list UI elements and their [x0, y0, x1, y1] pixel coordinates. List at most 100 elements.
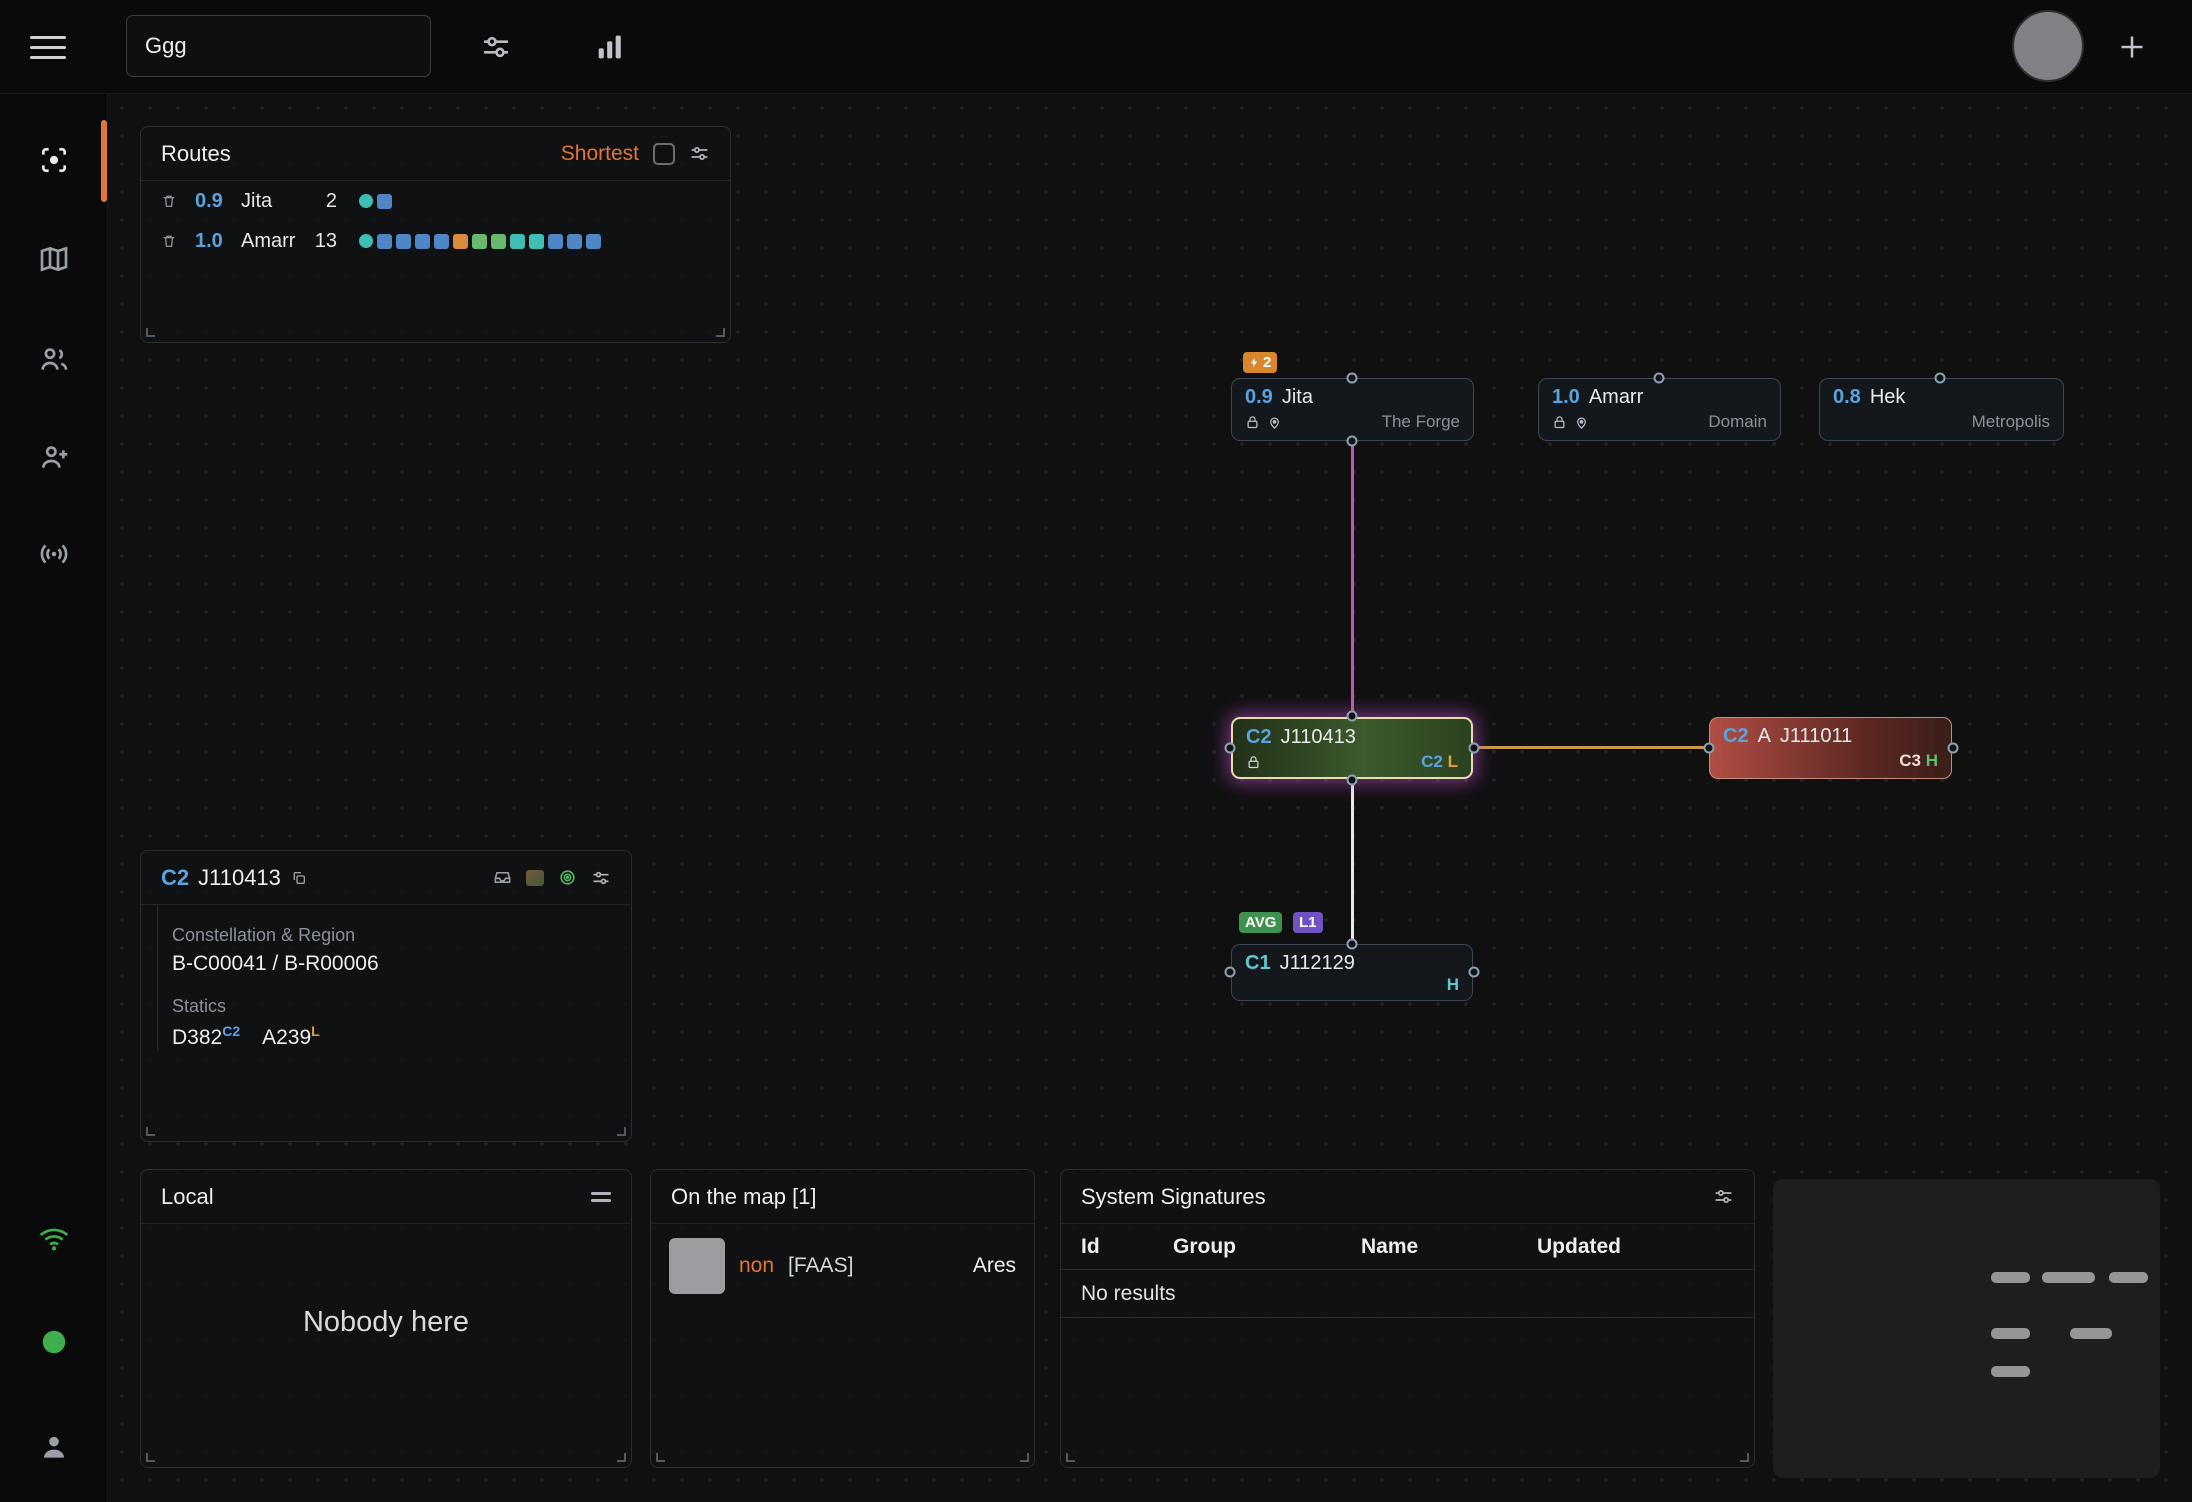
resize-handle[interactable] — [716, 328, 725, 337]
system-name: J110413 — [1281, 726, 1356, 749]
wh-class: C2 — [1246, 726, 1272, 749]
copy-icon[interactable] — [291, 870, 307, 886]
destination-name: Amarr — [241, 230, 301, 253]
skeleton-bar — [2109, 1272, 2148, 1283]
wh-tag: A — [1758, 725, 1771, 748]
route-mode-checkbox[interactable] — [653, 143, 675, 165]
destination-name: Jita — [241, 190, 301, 213]
panel-title: Local — [161, 1184, 214, 1210]
sliders-icon[interactable] — [689, 143, 710, 164]
security-status: 1.0 — [195, 230, 241, 253]
map-node-jita[interactable]: 0.9 Jita The Forge — [1231, 378, 1474, 441]
pilot-row[interactable]: non [FAAS] Ares — [651, 1224, 1034, 1308]
node-handle[interactable] — [1347, 939, 1358, 950]
people-icon[interactable] — [36, 341, 72, 377]
system-info-panel: C2 J110413 Constellation & Region B-C000… — [140, 850, 632, 1142]
node-handle[interactable] — [1704, 743, 1715, 754]
resize-handle[interactable] — [1740, 1453, 1749, 1462]
menu-icon[interactable] — [30, 36, 66, 60]
tray-icon[interactable] — [493, 868, 512, 887]
resize-handle[interactable] — [146, 328, 155, 337]
focus-icon[interactable] — [36, 142, 72, 178]
signatures-column-headers: Id Group Name Updated — [1061, 1224, 1754, 1270]
sliders-icon[interactable] — [1713, 1186, 1734, 1207]
sliders-icon[interactable] — [591, 868, 611, 888]
node-handle[interactable] — [1347, 373, 1358, 384]
route-mode-label[interactable]: Shortest — [561, 142, 639, 166]
trash-icon[interactable] — [161, 193, 195, 209]
static-info: C2 L — [1421, 752, 1458, 772]
filter-icon[interactable] — [476, 27, 516, 67]
route-row[interactable]: 0.9 Jita 2 — [141, 181, 730, 221]
resize-handle[interactable] — [617, 1453, 626, 1462]
stats-icon[interactable] — [590, 27, 630, 67]
person-add-icon[interactable] — [36, 439, 72, 475]
node-handle[interactable] — [1225, 967, 1236, 978]
node-handle[interactable] — [1948, 743, 1959, 754]
jump-count: 2 — [301, 190, 341, 213]
person-icon[interactable] — [36, 1429, 72, 1465]
connection-jita-j110413[interactable] — [1351, 441, 1354, 717]
map-pin-icon — [1267, 415, 1282, 430]
avatar[interactable] — [2012, 10, 2084, 82]
system-name: J112129 — [1280, 952, 1355, 975]
route-row[interactable]: 1.0 Amarr 13 — [141, 221, 730, 261]
system-info-header[interactable]: C2 J110413 — [141, 851, 631, 905]
map-node-amarr[interactable]: 1.0 Amarr Domain — [1538, 378, 1781, 441]
system-image-icon[interactable] — [526, 870, 544, 886]
resize-handle[interactable] — [146, 1127, 155, 1136]
resize-handle[interactable] — [656, 1453, 665, 1462]
region-name: Domain — [1708, 412, 1767, 432]
map-node-hek[interactable]: 0.8 Hek Metropolis — [1819, 378, 2064, 441]
node-handle[interactable] — [1654, 373, 1665, 384]
routes-panel: Routes Shortest 0.9 Jita 2 1.0 Amarr 13 — [140, 126, 731, 343]
skeleton-bar — [1991, 1272, 2030, 1283]
l1-badge: L1 — [1293, 912, 1323, 933]
column-header-updated[interactable]: Updated — [1537, 1235, 1754, 1259]
ship-name: Ares — [973, 1254, 1016, 1278]
node-handle[interactable] — [1347, 711, 1358, 722]
lock-icon — [1552, 415, 1567, 430]
resize-handle[interactable] — [617, 1127, 626, 1136]
add-icon[interactable] — [2112, 27, 2152, 67]
region-name: The Forge — [1382, 412, 1460, 432]
resize-handle[interactable] — [1066, 1453, 1075, 1462]
security-status: 0.8 — [1833, 386, 1861, 409]
signatures-header[interactable]: System Signatures — [1061, 1170, 1754, 1224]
skeleton-bar — [1991, 1328, 2030, 1339]
corp-ticker: [FAAS] — [788, 1254, 853, 1278]
pilot-name: non — [739, 1254, 774, 1278]
lock-icon — [1246, 755, 1261, 770]
map-name-input[interactable] — [126, 15, 431, 77]
connection-j110413-j111011[interactable] — [1474, 746, 1709, 749]
system-name: Jita — [1282, 386, 1313, 409]
local-header[interactable]: Local — [141, 1170, 631, 1224]
broadcast-icon[interactable] — [36, 536, 72, 572]
trash-icon[interactable] — [161, 233, 195, 249]
routes-header[interactable]: Routes Shortest — [141, 127, 730, 181]
on-the-map-header[interactable]: On the map [1] — [651, 1170, 1034, 1224]
system-name: Amarr — [1589, 386, 1643, 409]
map-node-j111011[interactable]: C2 A J111011 C3 H — [1709, 717, 1952, 779]
skeleton-bar — [2070, 1328, 2112, 1339]
node-handle[interactable] — [1469, 967, 1480, 978]
column-header-name[interactable]: Name — [1361, 1235, 1537, 1259]
statics-label: Statics — [172, 996, 615, 1017]
resize-handle[interactable] — [146, 1453, 155, 1462]
target-icon[interactable] — [558, 868, 577, 887]
list-icon[interactable] — [591, 1188, 611, 1206]
node-handle[interactable] — [1225, 743, 1236, 754]
node-handle[interactable] — [1935, 373, 1946, 384]
node-handle[interactable] — [1347, 775, 1358, 786]
map-node-j112129[interactable]: C1 J112129 H — [1231, 944, 1473, 1001]
node-handle[interactable] — [1347, 436, 1358, 447]
resize-handle[interactable] — [1020, 1453, 1029, 1462]
region-name: Metropolis — [1972, 412, 2050, 432]
column-header-group[interactable]: Group — [1173, 1235, 1361, 1259]
node-handle[interactable] — [1469, 743, 1480, 754]
avg-badge: AVG — [1239, 912, 1282, 933]
map-icon[interactable] — [36, 241, 72, 277]
connection-j110413-j112129[interactable] — [1351, 779, 1354, 944]
column-header-id[interactable]: Id — [1081, 1235, 1173, 1259]
map-node-j110413[interactable]: C2 J110413 C2 L — [1231, 717, 1473, 779]
